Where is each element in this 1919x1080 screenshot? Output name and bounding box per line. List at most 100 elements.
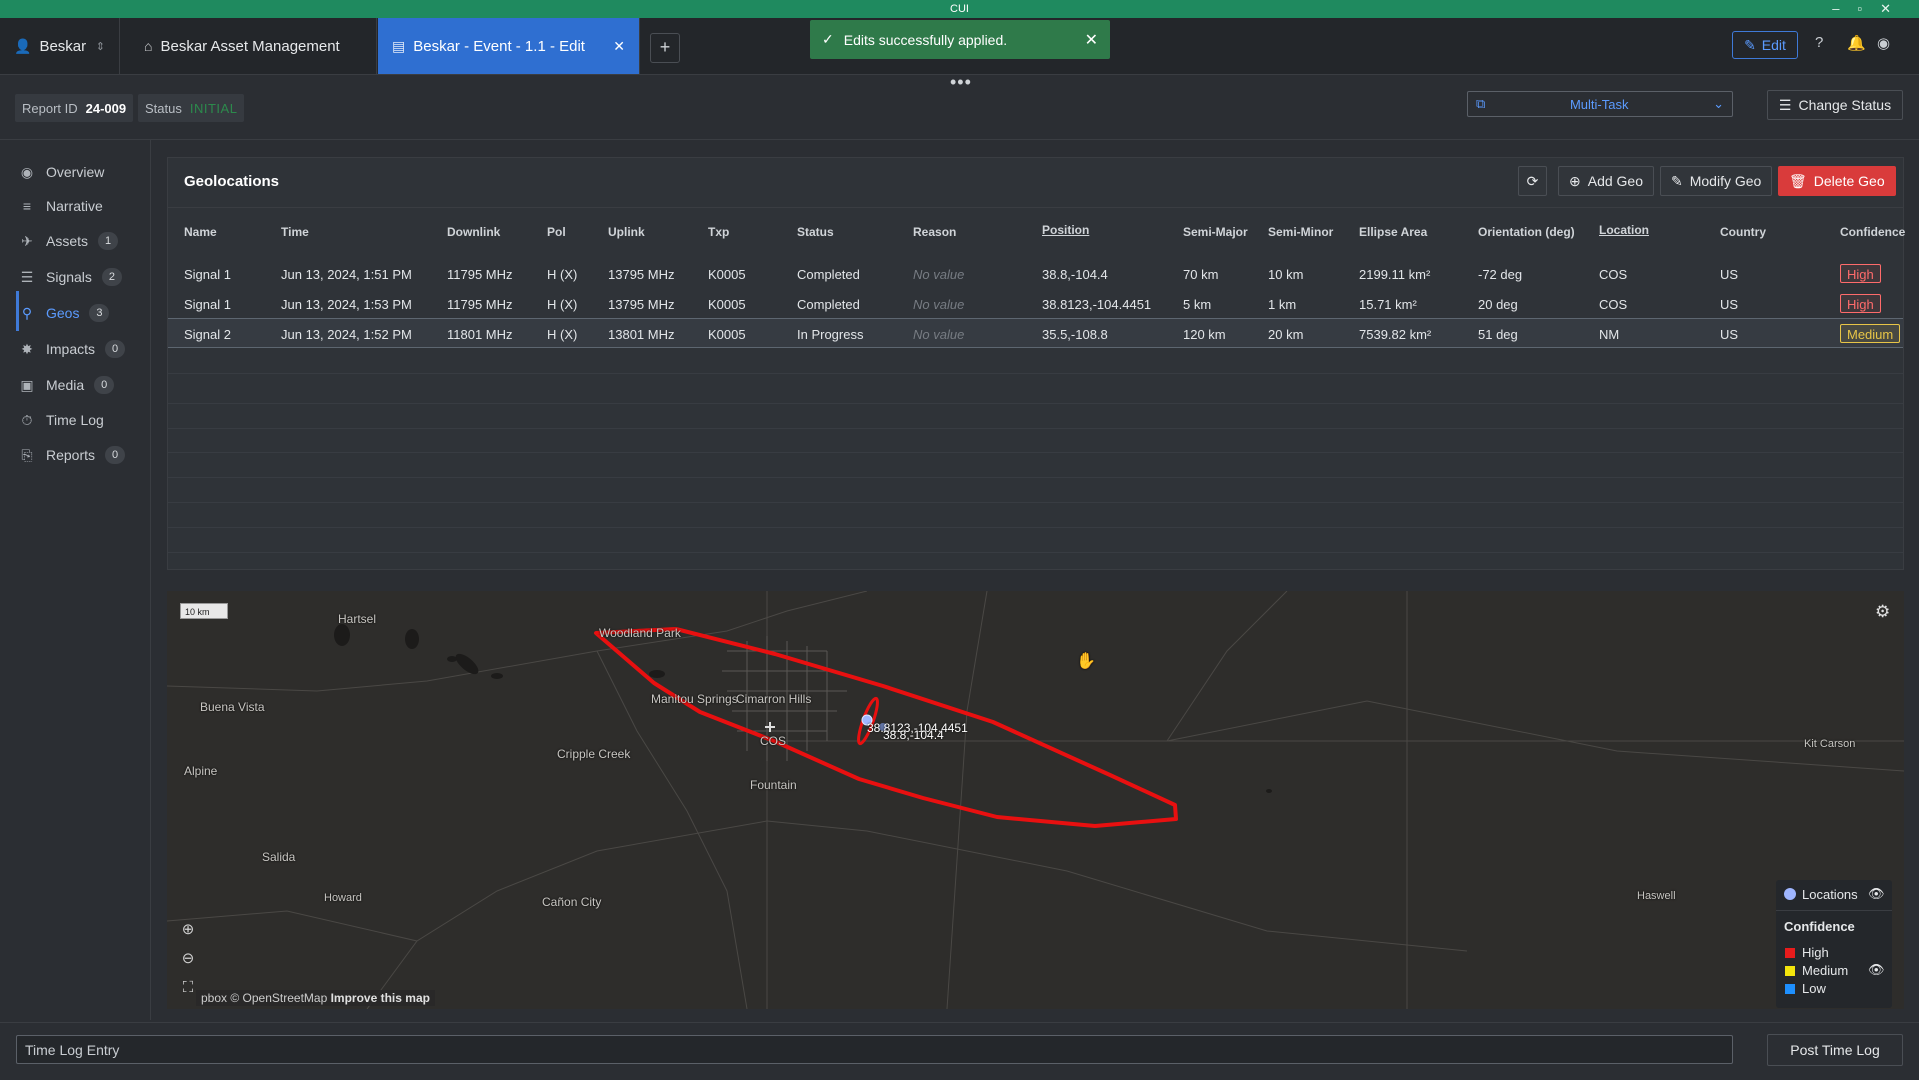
- status-label: Status: [145, 100, 182, 116]
- post-time-log-button[interactable]: Post Time Log: [1767, 1034, 1903, 1066]
- grid-line: [168, 477, 1903, 478]
- sidebar-item-signals[interactable]: ☰ Signals 2: [18, 262, 148, 292]
- col-header[interactable]: Orientation (deg): [1478, 225, 1575, 239]
- account-icon[interactable]: ◉: [1877, 34, 1890, 52]
- trash-icon: 🗑: [1789, 172, 1807, 189]
- help-icon[interactable]: ?: [1815, 34, 1823, 51]
- multitask-select[interactable]: ⧉ Multi-Task ⌄: [1467, 91, 1733, 117]
- sidebar-item-media[interactable]: ▣ Media 0: [18, 370, 148, 400]
- col-header[interactable]: Semi-Minor: [1268, 225, 1333, 239]
- sidebar-item-label: Media: [46, 377, 85, 393]
- cell-pol: H (X): [547, 267, 578, 282]
- place-label: Howard: [324, 892, 362, 904]
- cell-country: US: [1720, 267, 1739, 282]
- report-id-label: Report ID: [22, 100, 78, 116]
- cell-location: NM: [1599, 327, 1620, 342]
- col-header[interactable]: Confidence: [1840, 225, 1905, 239]
- table-row[interactable]: Signal 1 Jun 13, 2024, 1:51 PM 11795 MHz…: [168, 259, 1903, 289]
- eye-icon[interactable]: 👁: [1868, 962, 1885, 978]
- delete-geo-button[interactable]: 🗑 Delete Geo: [1778, 166, 1896, 196]
- eye-icon[interactable]: 👁: [1868, 886, 1885, 902]
- cell-semi-minor: 20 km: [1268, 327, 1304, 342]
- col-header[interactable]: Uplink: [608, 225, 645, 239]
- cell-txp: K0005: [708, 267, 746, 282]
- place-label: Cimarron Hills: [736, 692, 812, 706]
- burst-icon: ✸: [21, 340, 33, 357]
- divider: [1776, 910, 1892, 911]
- bell-icon[interactable]: 🔔: [1847, 34, 1866, 52]
- high-swatch: [1785, 948, 1795, 958]
- col-header[interactable]: Name: [184, 225, 217, 239]
- place-label: Haswell: [1637, 890, 1676, 902]
- map-canvas: [167, 591, 1904, 1009]
- success-toast: ✓ Edits successfully applied. ✕: [810, 20, 1110, 59]
- count-badge: 0: [94, 376, 115, 394]
- add-tab-button[interactable]: +: [650, 33, 680, 63]
- list-icon: ☰: [1778, 96, 1792, 113]
- map-view[interactable]: Hartsel Woodland Park Buena Vista Manito…: [167, 591, 1904, 1009]
- layers-icon: ⧉: [1476, 96, 1486, 111]
- cell-semi-major: 70 km: [1183, 267, 1219, 282]
- change-status-button[interactable]: ☰ Change Status: [1767, 90, 1903, 120]
- legend-medium-label: Medium: [1802, 963, 1849, 978]
- window-controls[interactable]: –▫✕: [1832, 0, 1909, 18]
- col-header[interactable]: Location: [1599, 223, 1649, 237]
- edit-button[interactable]: ✎ Edit: [1732, 31, 1798, 59]
- col-header[interactable]: Pol: [547, 225, 566, 239]
- tab-label: Beskar Asset Management: [160, 37, 340, 55]
- col-header[interactable]: Downlink: [447, 225, 500, 239]
- marker-label-geo1: 38.8,-104.4: [883, 728, 944, 742]
- cell-semi-major: 5 km: [1183, 297, 1212, 312]
- place-label: Cripple Creek: [557, 747, 631, 761]
- improve-map-link[interactable]: Improve this map: [331, 991, 430, 1005]
- cell-status: In Progress: [797, 327, 864, 342]
- col-header[interactable]: Semi-Major: [1183, 225, 1248, 239]
- close-toast-icon[interactable]: ✕: [1085, 30, 1098, 50]
- col-header[interactable]: Ellipse Area: [1359, 225, 1427, 239]
- map-scale: 10 km: [180, 603, 228, 619]
- col-header[interactable]: Position: [1042, 223, 1089, 237]
- lines-icon: ≡: [22, 198, 32, 214]
- tab-beskar[interactable]: 👤 Beskar ⇕: [0, 18, 120, 74]
- place-label: Hartsel: [338, 612, 377, 626]
- col-header[interactable]: Status: [797, 225, 834, 239]
- modify-geo-button[interactable]: ✎ Modify Geo: [1660, 166, 1773, 196]
- zoom-in-button[interactable]: ⊕: [177, 919, 199, 941]
- sidebar-item-time-log[interactable]: ⏱ Time Log: [18, 405, 148, 435]
- table-row[interactable]: Signal 1 Jun 13, 2024, 1:53 PM 11795 MHz…: [168, 289, 1903, 319]
- classification-banner: CUI –▫✕: [0, 0, 1919, 18]
- close-tab-icon[interactable]: ✕: [613, 38, 625, 55]
- more-options-icon[interactable]: •••: [950, 72, 972, 93]
- place-label: Woodland Park: [599, 626, 681, 640]
- col-header[interactable]: Reason: [913, 225, 956, 239]
- confidence-badge: Medium: [1840, 324, 1901, 343]
- cell-location: COS: [1599, 297, 1628, 312]
- image-icon: ▣: [20, 376, 34, 393]
- time-log-input[interactable]: [16, 1035, 1733, 1064]
- cell-downlink: 11801 MHz: [447, 327, 513, 342]
- sidebar-item-reports[interactable]: ⎘ Reports 0: [18, 440, 148, 470]
- add-geo-button[interactable]: ⊕ Add Geo: [1558, 166, 1654, 196]
- zoom-out-button[interactable]: ⊖: [177, 948, 199, 970]
- table-row-selected[interactable]: Signal 2 Jun 13, 2024, 1:52 PM 11801 MHz…: [168, 318, 1903, 348]
- chevron-down-icon: ⌄: [1713, 96, 1724, 111]
- sidebar-item-narrative[interactable]: ≡ Narrative: [18, 191, 148, 221]
- col-header[interactable]: Country: [1720, 225, 1766, 239]
- updown-icon: ⇕: [95, 40, 105, 53]
- map-legend: Locations 👁 Confidence High Medium Low 👁: [1776, 880, 1892, 1008]
- col-header[interactable]: Time: [281, 225, 309, 239]
- sidebar-item-impacts[interactable]: ✸ Impacts 0: [18, 334, 148, 364]
- add-geo-label: Add Geo: [1587, 173, 1643, 189]
- tab-event-edit[interactable]: ▤ Beskar - Event - 1.1 - Edit ✕: [378, 18, 640, 74]
- sidebar-item-assets[interactable]: ✈ Assets 1: [18, 226, 148, 256]
- place-label: Buena Vista: [200, 700, 265, 714]
- cell-name: Signal 2: [184, 327, 231, 342]
- sidebar-item-overview[interactable]: ◉ Overview: [18, 157, 148, 187]
- cell-uplink: 13795 MHz: [608, 267, 675, 282]
- sidebar-item-geos[interactable]: ⚲ Geos 3: [18, 298, 148, 328]
- cell-position: 38.8,-104.4: [1042, 267, 1108, 282]
- col-header[interactable]: Txp: [708, 225, 729, 239]
- refresh-button[interactable]: ⟳: [1518, 166, 1547, 196]
- gear-icon[interactable]: ⚙: [1875, 602, 1890, 622]
- tab-asset-management[interactable]: ⌂ Beskar Asset Management: [130, 18, 377, 74]
